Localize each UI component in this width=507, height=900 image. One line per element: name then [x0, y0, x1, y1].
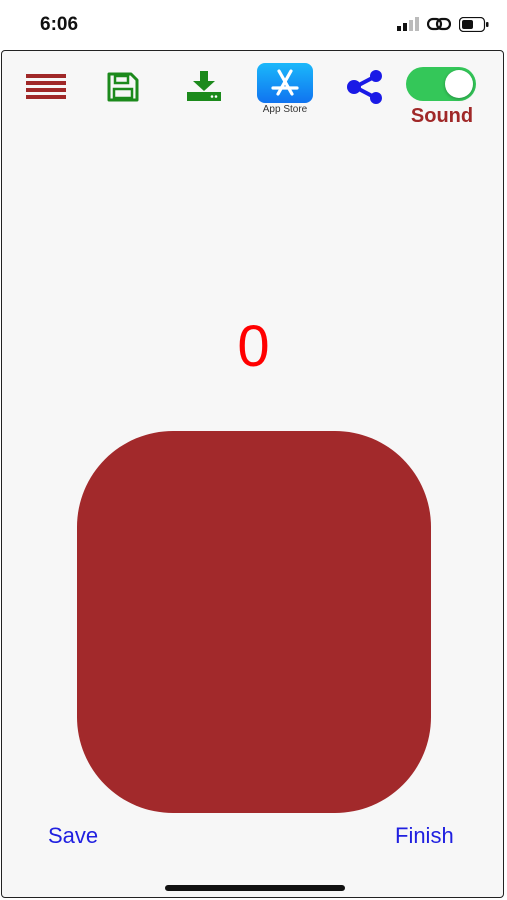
toggle-knob — [445, 70, 473, 98]
download-icon — [187, 71, 221, 101]
menu-icon — [26, 74, 66, 99]
link-icon — [427, 17, 451, 31]
status-bar: 6:06 — [0, 0, 507, 50]
sound-toggle[interactable] — [406, 67, 476, 101]
tap-counter: 0 — [237, 314, 270, 379]
sound-label: Sound — [410, 105, 474, 127]
menu-button[interactable] — [24, 71, 68, 103]
status-time: 6:06 — [40, 14, 79, 35]
share-button[interactable] — [342, 67, 388, 107]
app-screen: App Store Sound 0 Save Finish — [1, 50, 504, 898]
share-icon — [347, 70, 382, 104]
save-toolbar-button[interactable] — [102, 69, 144, 105]
finish-button[interactable]: Finish — [395, 823, 454, 849]
app-store-label: App Store — [262, 104, 308, 115]
save-button[interactable]: Save — [48, 823, 98, 849]
download-button[interactable] — [182, 67, 226, 105]
save-disk-icon — [107, 72, 139, 102]
home-indicator[interactable] — [165, 885, 345, 891]
app-store-button[interactable]: App Store — [255, 63, 315, 115]
status-icons — [397, 16, 489, 32]
battery-icon — [459, 16, 489, 32]
tap-button[interactable] — [77, 431, 431, 813]
cellular-signal-icon — [397, 17, 419, 31]
app-store-icon — [257, 63, 313, 103]
